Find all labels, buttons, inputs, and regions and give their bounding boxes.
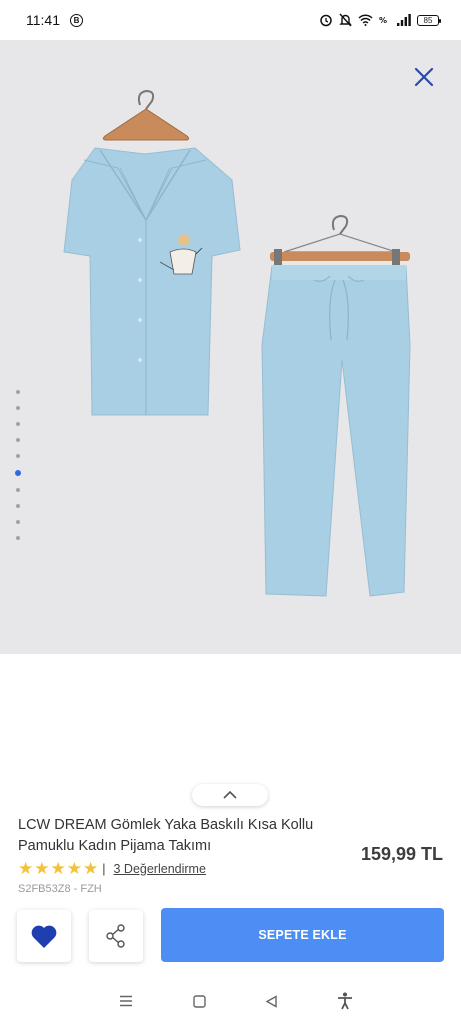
accessibility-nav-button[interactable] [325, 981, 365, 1021]
share-button[interactable] [89, 910, 143, 962]
gallery-dot[interactable] [16, 406, 20, 410]
product-image [63, 89, 411, 597]
notification-badge-icon: B [70, 13, 83, 27]
status-time: 11:41 [26, 12, 60, 28]
home-nav-button[interactable] [179, 981, 219, 1021]
star-icon: ★ [66, 859, 82, 878]
gallery-dot[interactable] [16, 520, 20, 524]
gallery-dot[interactable] [16, 504, 20, 508]
gallery-dot[interactable] [16, 390, 20, 394]
product-price: 159,99 TL [360, 844, 443, 864]
status-left: 11:41 B [26, 12, 83, 28]
chevron-up-icon [223, 790, 237, 799]
product-sku: S2FB53Z8 - FZH [18, 883, 102, 895]
star-icon: ★ [83, 859, 99, 878]
gallery-dot[interactable] [16, 454, 20, 458]
gallery-pagination [15, 390, 21, 540]
svg-text:%: % [379, 16, 387, 25]
favorite-button[interactable] [17, 910, 71, 962]
home-icon [192, 994, 206, 1008]
signal-icon [397, 14, 411, 26]
reviews-link[interactable]: 3 Değerlendirme [114, 862, 206, 876]
gallery-dot-active[interactable] [15, 470, 21, 476]
product-title: LCW DREAM Gömlek Yaka Baskılı Kısa Kollu… [18, 817, 314, 854]
status-bar: 11:41 B % 85 [0, 0, 461, 40]
pants-hanger [270, 214, 410, 265]
share-icon [106, 924, 125, 948]
menu-nav-button[interactable] [106, 981, 146, 1021]
wifi-icon [358, 14, 373, 26]
volte-icon: % [379, 16, 387, 25]
rating-separator: | [102, 861, 106, 876]
gallery-dot[interactable] [16, 422, 20, 426]
hanger-icon [102, 89, 190, 141]
back-icon [265, 994, 278, 1008]
pajama-pants [261, 265, 411, 597]
gallery-dot[interactable] [16, 488, 20, 492]
alarm-icon [320, 14, 332, 27]
mute-icon [339, 13, 352, 27]
close-icon[interactable] [413, 66, 435, 88]
star-icon: ★ [34, 859, 50, 878]
expand-details-handle[interactable] [192, 784, 268, 806]
battery-icon: 85 [417, 14, 441, 26]
status-icons: % 85 [319, 13, 441, 27]
gallery-dot[interactable] [16, 438, 20, 442]
add-to-cart-button[interactable]: SEPETE EKLE [161, 908, 444, 962]
pajama-shirt [63, 147, 241, 416]
product-image-gallery[interactable] [0, 40, 461, 654]
back-nav-button[interactable] [252, 981, 292, 1021]
star-icon: ★ [50, 859, 66, 878]
rating-stars: ★ ★ ★ ★ ★ [18, 860, 98, 877]
heart-icon [31, 925, 57, 948]
accessibility-icon [337, 992, 352, 1010]
menu-icon [120, 995, 133, 1007]
gallery-dot[interactable] [16, 536, 20, 540]
system-nav-bar [0, 978, 461, 1024]
rating-row: ★ ★ ★ ★ ★ | 3 Değerlendirme [18, 860, 206, 877]
star-icon: ★ [18, 859, 34, 878]
